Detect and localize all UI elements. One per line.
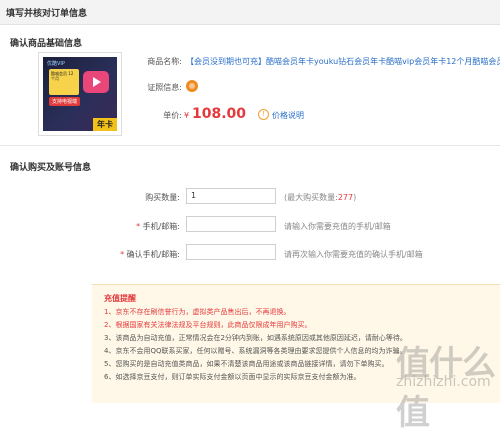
product-name-label: 商品名称: xyxy=(147,57,182,66)
thumb-box-text: 酷喵会员 12个月 xyxy=(51,71,74,81)
quantity-input[interactable]: 1 xyxy=(186,188,276,204)
product-name-link[interactable]: 【会员没到期也可充】酷喵会员年卡youku钻石会员年卡酷喵vip会员年卡12个月… xyxy=(186,56,500,67)
quantity-hint-prefix: (最大购买数量: xyxy=(284,193,338,202)
notice-line: 6、如选择京豆支付，则订单实际支付金额以页面中显示的实际京豆支付金额为准。 xyxy=(104,373,361,381)
product-image: 优酷VIP 酷喵会员 12个月 支持电视端 年卡 xyxy=(43,57,117,131)
quantity-hint: (最大购买数量:277) xyxy=(284,192,356,203)
notice-line: 1、京东不存在刷信誉行为，虚拟类产品售出后，不再退换。 xyxy=(104,308,291,316)
section-divider xyxy=(0,145,500,146)
thumb-tag: 支持电视端 xyxy=(49,97,81,106)
thumb-corner-badge: 年卡 xyxy=(93,118,117,131)
thumb-box: 酷喵会员 12个月 xyxy=(49,69,79,95)
confirm-phone-input[interactable] xyxy=(186,244,276,260)
watermark-url: zhizhizhi.com xyxy=(396,374,491,390)
notice-title: 充值提醒 xyxy=(104,294,136,303)
unit-price: 108.00 xyxy=(192,106,247,122)
page-title: 填写并核对订单信息 xyxy=(6,9,88,19)
thumb-brand: 优酷VIP xyxy=(47,61,65,67)
price-currency: ¥ xyxy=(184,111,190,120)
confirm-phone-label: 确认手机/邮箱: xyxy=(126,250,180,259)
required-star: * xyxy=(120,250,125,259)
notice-line: 4、京东不会用QQ联系买家，任何以赠号、系统漏洞等各类理由要求您提供个人信息的均… xyxy=(104,347,407,355)
confirm-phone-hint: 请再次输入你需要充值的确认手机/邮箱 xyxy=(284,250,423,259)
required-star: * xyxy=(136,222,141,231)
quantity-max: 277 xyxy=(337,193,354,202)
play-icon xyxy=(83,71,109,93)
cert-label: 证照信息: xyxy=(147,83,182,92)
product-section-title: 确认商品基础信息 xyxy=(10,39,83,49)
product-thumbnail[interactable]: 优酷VIP 酷喵会员 12个月 支持电视端 年卡 xyxy=(38,52,122,136)
notice-line: 5、您购买的是自动充值类商品，如果不清楚该商品用途或该商品链接详情，请勿下单购买… xyxy=(104,360,389,368)
quantity-label: 购买数量: xyxy=(145,193,180,202)
price-info-link[interactable]: 价格说明 xyxy=(272,110,304,121)
phone-label-wrap: * 手机/邮箱: xyxy=(110,221,180,232)
notice-line: 3、该商品为自动充值，正常情况会在2分钟内到账，如遇系统原因或其他原因延迟，请耐… xyxy=(104,334,407,342)
checkout-header: 填写并核对订单信息 xyxy=(0,0,500,25)
certificate-icon[interactable] xyxy=(186,80,198,92)
phone-input[interactable] xyxy=(186,216,276,232)
account-section-title: 确认购买及账号信息 xyxy=(10,163,92,173)
info-icon[interactable]: ! xyxy=(258,109,269,120)
price-label: 单价: xyxy=(163,111,182,120)
phone-hint: 请输入你需要充值的手机/邮箱 xyxy=(284,222,391,231)
phone-label: 手机/邮箱: xyxy=(142,222,180,231)
confirm-label-wrap: * 确认手机/邮箱: xyxy=(100,249,180,260)
notice-line: 2、根据国家有关法律法规及平台规则，此商品仅限成年用户购买。 xyxy=(104,321,312,329)
quantity-hint-suffix: ) xyxy=(353,193,357,202)
